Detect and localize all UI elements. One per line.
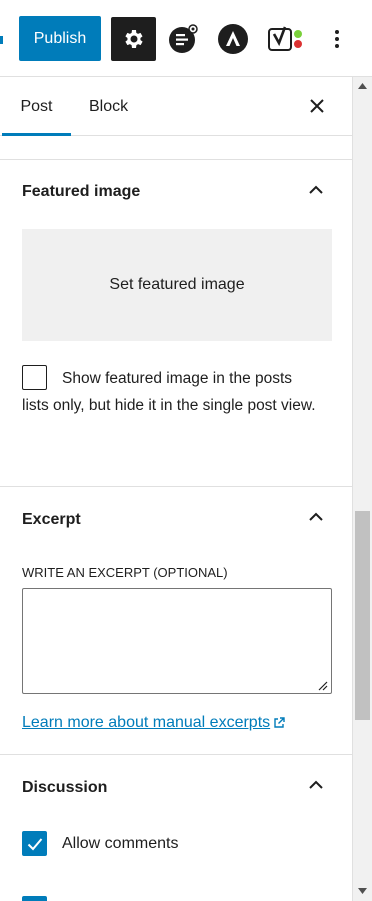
panel-divider [0, 754, 352, 755]
allow-comments-checkbox[interactable] [22, 831, 47, 856]
toolbar-edge-indicator [0, 36, 3, 44]
yoast-seo-button[interactable] [266, 22, 306, 56]
discussion-panel-title[interactable]: Discussion [22, 779, 107, 797]
editor-toolbar: Publish [0, 0, 372, 77]
sidebar-tabs: Post Block [0, 77, 352, 136]
tab-block[interactable]: Block [89, 77, 128, 136]
tab-post[interactable]: Post [2, 77, 71, 136]
triangle-up-icon [358, 83, 367, 89]
scrollbar-thumb[interactable] [355, 511, 370, 720]
set-featured-image-button[interactable]: Set featured image [22, 229, 332, 341]
settings-button[interactable] [111, 17, 156, 61]
more-vertical-icon [335, 30, 339, 48]
featured-image-toggle[interactable] [306, 179, 326, 199]
excerpt-field-label: WRITE AN EXCERPT (OPTIONAL) [22, 565, 228, 580]
triangle-down-icon [358, 888, 367, 894]
chevron-up-icon [309, 780, 323, 789]
scroll-down-button[interactable] [353, 882, 372, 900]
publish-button[interactable]: Publish [19, 16, 101, 61]
panel-divider [0, 159, 352, 160]
learn-more-excerpts-link[interactable]: Learn more about manual excerpts [22, 714, 286, 732]
allow-pingbacks-checkbox[interactable] [22, 896, 47, 901]
featured-image-panel-title[interactable]: Featured image [22, 183, 140, 201]
settings-sidebar: Post Block Featured image Set featured i… [0, 77, 353, 901]
panel-divider [0, 486, 352, 487]
gear-icon [124, 30, 143, 48]
excerpt-toggle[interactable] [306, 506, 326, 526]
discussion-toggle[interactable] [306, 774, 326, 794]
close-sidebar-button[interactable] [304, 93, 330, 119]
astra-icon [218, 24, 248, 54]
excerpt-panel-title[interactable]: Excerpt [22, 511, 81, 529]
scroll-up-button[interactable] [353, 77, 372, 95]
checkmark-icon [27, 837, 42, 850]
options-button[interactable] [322, 22, 352, 56]
editorskit-icon [169, 24, 198, 53]
allow-comments-label: Allow comments [62, 835, 179, 852]
resize-grip-icon[interactable] [317, 680, 328, 691]
chevron-up-icon [309, 185, 323, 194]
astra-button[interactable] [216, 22, 250, 56]
learn-more-link-text: Learn more about manual excerpts [22, 714, 271, 731]
close-icon [310, 99, 324, 113]
excerpt-textarea[interactable] [22, 588, 332, 694]
editorskit-button[interactable] [166, 22, 200, 56]
sidebar-scrollbar[interactable] [353, 77, 372, 901]
chevron-up-icon [309, 512, 323, 521]
show-featured-image-label: Show featured image in the posts lists o… [22, 370, 316, 414]
external-link-icon [274, 717, 285, 728]
yoast-seo-icon [268, 26, 302, 51]
